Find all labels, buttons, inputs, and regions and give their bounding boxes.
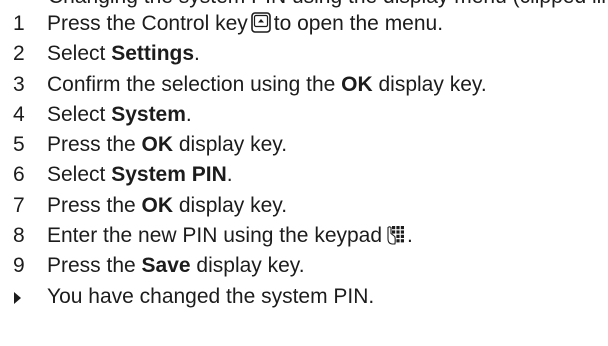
step-5: 5 Press the OK display key. (0, 130, 608, 160)
step-text: Confirm the selection using the OK displ… (47, 72, 487, 96)
step-number: 1 (13, 12, 25, 35)
clipped-top-line: Changing the system PIN using the displa… (0, 0, 608, 9)
step-text: Press the Control key to open the menu. (47, 12, 444, 35)
step-1: 1 Press the Control key to open the menu. (0, 9, 608, 39)
step-6: 6 Select System PIN. (0, 160, 608, 190)
keypad-icon (387, 225, 405, 245)
step-text: Select System PIN. (47, 163, 233, 187)
step-text: Select Settings. (47, 42, 200, 66)
step-9: 9 Press the Save display key. (0, 251, 608, 281)
step-text: Press the OK display key. (47, 133, 288, 157)
result-line: You have changed the system PIN. (0, 282, 608, 312)
step-7: 7 Press the OK display key. (0, 191, 608, 221)
step-8: 8 Enter the new PIN using the keypad. (0, 221, 608, 251)
step-text: Select System. (47, 102, 192, 126)
step-text: Press the Save display key. (47, 254, 305, 278)
step-number: 8 (13, 224, 25, 248)
step-number: 5 (13, 133, 25, 157)
step-text: Press the OK display key. (47, 193, 288, 217)
control-key-icon (250, 12, 271, 33)
result-arrow-icon (14, 291, 21, 304)
step-number: 4 (13, 102, 25, 126)
step-4: 4 Select System. (0, 100, 608, 130)
step-number: 3 (13, 72, 25, 96)
step-number: 9 (13, 254, 25, 278)
step-text: Enter the new PIN using the keypad. (47, 224, 413, 248)
clipped-top-text: Changing the system PIN using the displa… (48, 0, 608, 9)
step-number: 6 (13, 163, 25, 187)
step-2: 2 Select Settings. (0, 39, 608, 69)
step-number: 2 (13, 42, 25, 66)
instruction-steps: 1 Press the Control key to open the menu.… (0, 9, 608, 312)
step-3: 3 Confirm the selection using the OK dis… (0, 70, 608, 100)
step-number: 7 (13, 193, 25, 217)
result-text: You have changed the system PIN. (47, 284, 375, 308)
